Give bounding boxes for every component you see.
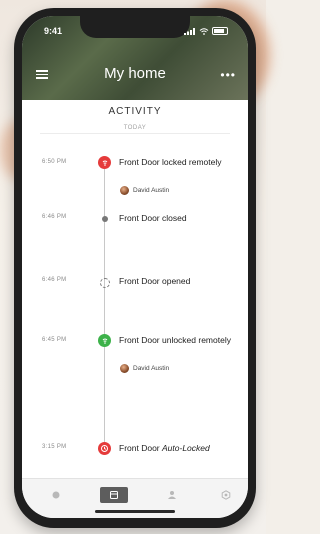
date-section-label: TODAY (40, 125, 230, 134)
event-description-emphasis: Auto-Locked (162, 443, 210, 453)
activity-icon (110, 491, 118, 499)
user-name: David Austin (133, 187, 170, 194)
event-description: Front Door closed (119, 213, 187, 223)
event-user: David Austin (120, 364, 169, 373)
background-scene: 9:41 My home ••• ACTIVITY TODAY 6:50 PM … (0, 0, 270, 534)
phone-notch (80, 16, 190, 38)
user-name: David Austin (133, 365, 170, 372)
event-description: Front Door locked remotely (119, 157, 222, 167)
page-title: My home (104, 65, 166, 82)
event-time: 6:45 PM (42, 337, 67, 343)
dashboard-icon (52, 491, 60, 499)
users-icon (168, 491, 176, 499)
settings-icon (221, 490, 231, 500)
signal-icon (184, 27, 195, 35)
event-user: David Austin (120, 186, 169, 195)
lock-status-icon (98, 156, 111, 169)
tab-activity[interactable] (100, 487, 128, 503)
avatar (120, 186, 129, 195)
phone-screen: 9:41 My home ••• ACTIVITY TODAY 6:50 PM … (22, 16, 248, 518)
unlock-status-icon (98, 334, 111, 347)
event-time: 3:15 PM (42, 444, 67, 450)
timeline-line (104, 168, 105, 445)
avatar (120, 364, 129, 373)
app-header: 9:41 My home ••• (22, 16, 248, 100)
phone-frame: 9:41 My home ••• ACTIVITY TODAY 6:50 PM … (14, 8, 256, 528)
event-description: Front Door Auto-Locked (119, 443, 234, 453)
wifi-icon (199, 27, 209, 35)
battery-icon (212, 27, 228, 35)
event-description-prefix: Front Door (119, 443, 162, 453)
activity-heading: ACTIVITY (108, 106, 162, 117)
status-icons (184, 27, 228, 35)
event-time: 6:46 PM (42, 277, 67, 283)
status-time: 9:41 (44, 26, 63, 36)
tab-settings[interactable] (212, 487, 240, 503)
event-description: Front Door opened (119, 276, 191, 286)
door-opened-icon (100, 278, 110, 288)
home-indicator (95, 510, 175, 513)
event-description: Front Door unlocked remotely (119, 335, 231, 345)
auto-lock-icon (98, 442, 111, 455)
more-options-icon[interactable]: ••• (220, 69, 236, 81)
door-closed-icon (102, 216, 108, 222)
event-time: 6:46 PM (42, 214, 67, 220)
event-time: 6:50 PM (42, 159, 67, 165)
tab-dashboard[interactable] (42, 487, 70, 503)
tab-users[interactable] (158, 487, 186, 503)
